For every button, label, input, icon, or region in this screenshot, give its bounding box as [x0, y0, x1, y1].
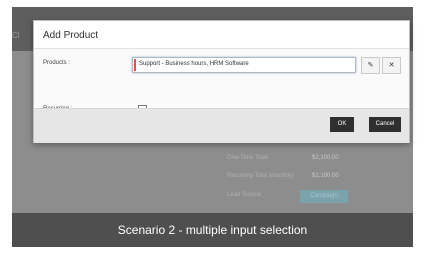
products-input-value: Support - Business hours, HRM Software [139, 61, 249, 67]
screenshot-frame: Cl One-Time Total $2,100.00 Recurring To… [0, 0, 425, 254]
nav-item[interactable]: Cl [12, 31, 20, 40]
one-time-total-label: One-Time Total [227, 155, 268, 161]
add-product-dialog: Add Product Products : Support - Busines… [33, 20, 410, 143]
dialog-title: Add Product [43, 30, 99, 41]
ok-button[interactable]: OK [330, 117, 354, 132]
clear-products-button[interactable]: ✕ [382, 57, 401, 74]
edit-products-button[interactable]: ✎ [361, 57, 380, 74]
campaign-badge[interactable]: Campaign [300, 190, 348, 203]
products-input[interactable]: Support - Business hours, HRM Software [132, 57, 356, 73]
caption-banner: Scenario 2 - multiple input selection [12, 213, 413, 247]
one-time-total-value: $2,100.00 [312, 155, 339, 161]
recurring-total-value: $2,100.00 [312, 173, 339, 179]
cancel-button[interactable]: Cancel [369, 117, 401, 132]
dialog-header: Add Product [34, 21, 409, 49]
required-indicator [134, 59, 136, 71]
close-icon: ✕ [388, 62, 395, 69]
recurring-total-label: Recurring Total (monthly) [227, 173, 294, 179]
dialog-footer: OK Cancel [34, 108, 409, 143]
pencil-icon: ✎ [367, 62, 374, 69]
products-label: Products : [43, 60, 71, 66]
lead-source-label: Lead Source [227, 192, 262, 198]
dialog-body: Products : Support - Business hours, HRM… [34, 49, 409, 114]
